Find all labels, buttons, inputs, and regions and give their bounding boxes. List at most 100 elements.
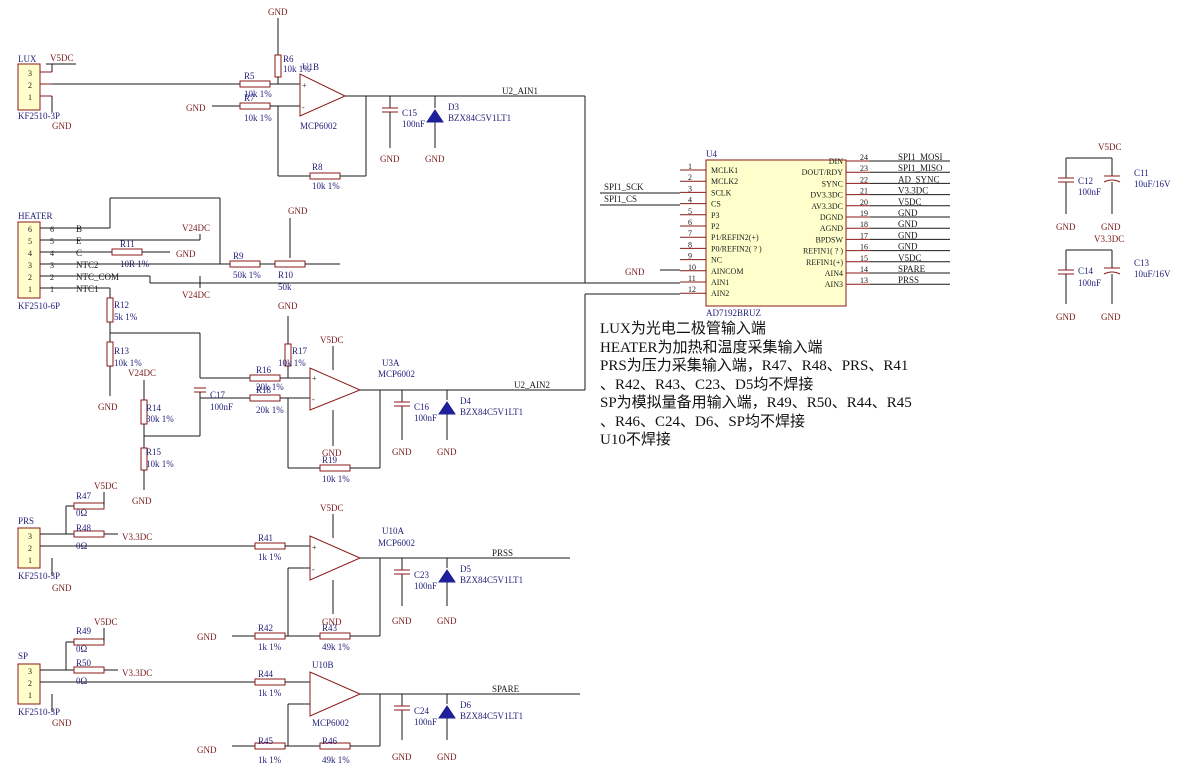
- note-line-4: 、R42、R43、C23、D5均不焊接: [600, 376, 814, 393]
- d4-ref: D4: [460, 396, 471, 406]
- svg-text:2: 2: [28, 273, 32, 282]
- c12-gnd: GND: [1056, 222, 1076, 232]
- adc-pin-name: SYNC: [822, 179, 843, 188]
- d6-ref: D6: [460, 700, 471, 710]
- r13-ref: R13: [114, 346, 130, 356]
- adc-net-label: PRSS: [898, 275, 919, 285]
- sp-gnd: GND: [52, 718, 72, 728]
- c13-gnd: GND: [1101, 312, 1121, 322]
- c24-ref: C24: [414, 706, 430, 716]
- r43-val: 49k 1%: [322, 642, 350, 652]
- r44-ref: R44: [258, 669, 274, 679]
- prs-v33: V3.3DC: [122, 532, 152, 542]
- adc-pin-num: 10: [688, 263, 696, 272]
- r10-ref: R10: [278, 270, 294, 280]
- sp-name: SP: [18, 651, 28, 661]
- r43-ref: R43: [322, 623, 338, 633]
- r11-gnd: GND: [176, 249, 196, 259]
- c23-val: 100nF: [414, 581, 437, 591]
- r13-gnd: GND: [98, 402, 118, 412]
- r47-ref: R47: [76, 491, 92, 501]
- u1b-part: MCP6002: [300, 121, 337, 131]
- r45-val: 1k 1%: [258, 755, 282, 765]
- adc-net-label: SPI1_MISO: [898, 163, 943, 173]
- adc-net-label: SPARE: [898, 264, 926, 274]
- r17-gnd: GND: [278, 301, 298, 311]
- lux-name: LUX: [18, 54, 37, 64]
- adc-pin-num: 11: [688, 274, 696, 283]
- heater-part: KF2510-6P: [18, 301, 60, 311]
- adc-pin-name: P2: [711, 222, 719, 231]
- u2-ain1-label: U2_AIN1: [502, 86, 538, 96]
- net-ntc2: NTC2: [76, 260, 99, 270]
- r11-ref: R11: [120, 239, 135, 249]
- u3a: [309, 367, 362, 411]
- adc-pin-num: 9: [688, 252, 692, 261]
- r6-ref: R6: [283, 54, 294, 64]
- adc-part: AD7192BRUZ: [706, 308, 761, 318]
- c11-gnd: GND: [1101, 222, 1121, 232]
- r18: [249, 394, 281, 402]
- r46-ref: R46: [322, 736, 338, 746]
- c23-ref: C23: [414, 570, 430, 580]
- prs-connector: PRS KF2510-3P 3 2 1: [17, 516, 60, 581]
- svg-text:2: 2: [28, 544, 32, 553]
- note-line-1: LUX为光电二极管输入端: [600, 321, 766, 337]
- adc-pin-num: 7: [688, 229, 692, 238]
- d4-gnd: GND: [437, 447, 457, 457]
- svg-text:+: +: [312, 374, 317, 383]
- r49-val: 0Ω: [76, 644, 88, 654]
- net-c: C: [76, 248, 82, 258]
- adc-pin-name: AIN1: [711, 278, 729, 287]
- adc-pin-name: AIN3: [825, 280, 843, 289]
- r12: [106, 297, 114, 323]
- u2-ain2-label: U2_AIN2: [514, 380, 550, 390]
- d5-val: BZX84C5V1LT1: [460, 575, 523, 585]
- note-line-3: PRS为压力采集输入端，R47、R48、PRS、R41: [600, 358, 909, 374]
- adc-pin-num: 8: [688, 240, 692, 249]
- r44: [254, 678, 286, 686]
- adc-pin-name: P1/REFIN2(+): [711, 233, 759, 242]
- u3a-part: MCP6002: [378, 369, 415, 379]
- schematic: 321 LUX KF2510-3P V5DC GND R5 10k 1% GND…: [17, 7, 1171, 765]
- pwr-v33: V3.3DC: [1094, 234, 1124, 244]
- r18-ref: R18: [256, 385, 272, 395]
- adc-net-label: GND: [898, 242, 918, 252]
- note-line-6: 、R46、C24、D6、SP均不焊接: [600, 413, 806, 430]
- svg-text:2: 2: [28, 81, 32, 90]
- adc-pin-name: BPDSW: [815, 235, 843, 244]
- adc-pin-num: 19: [860, 209, 868, 218]
- svg-text:3: 3: [28, 667, 32, 676]
- r19-val: 10k 1%: [322, 474, 350, 484]
- adc-pin-name: P3: [711, 211, 719, 220]
- r42-ref: R42: [258, 623, 273, 633]
- svg-text:2: 2: [50, 273, 54, 282]
- adc-net-label: GND: [898, 219, 918, 229]
- r15-gnd: GND: [132, 496, 152, 506]
- r14-ref: R14: [146, 403, 162, 413]
- adc-pin-num: 12: [688, 285, 696, 294]
- d3-val: BZX84C5V1LT1: [448, 113, 511, 123]
- svg-text:-: -: [302, 103, 305, 112]
- svg-text:-: -: [312, 565, 315, 574]
- adc-pin-name: DOUT/RDY: [802, 168, 844, 177]
- u10b-ref: U10B: [312, 660, 334, 670]
- adc-pin-num: 4: [688, 196, 692, 205]
- adc-pin-name: AIN2: [711, 289, 729, 298]
- svg-text:5: 5: [28, 237, 32, 246]
- r42-gnd: GND: [197, 632, 217, 642]
- r12-ref: R12: [114, 300, 129, 310]
- u10a-v5: V5DC: [320, 503, 344, 513]
- r5: [239, 80, 271, 88]
- net-ntc1: NTC1: [76, 284, 99, 294]
- c16-gnd: GND: [392, 447, 412, 457]
- adc-pin-num: 5: [688, 207, 692, 216]
- adc-pin-name: DIN: [829, 157, 843, 166]
- adc-pin-num: 22: [860, 175, 868, 184]
- heater-connector: HEATER KF2510-6P 6 5 4 3 2 1 6 5 4 3 2 1: [17, 211, 60, 311]
- adc-pin-name: AIN4: [825, 269, 843, 278]
- heater-v24-bottom: V24DC: [182, 290, 210, 300]
- r42: [254, 632, 286, 640]
- adc-pin-name: AV3.3DC: [811, 202, 843, 211]
- r14-val: 30k 1%: [146, 414, 174, 424]
